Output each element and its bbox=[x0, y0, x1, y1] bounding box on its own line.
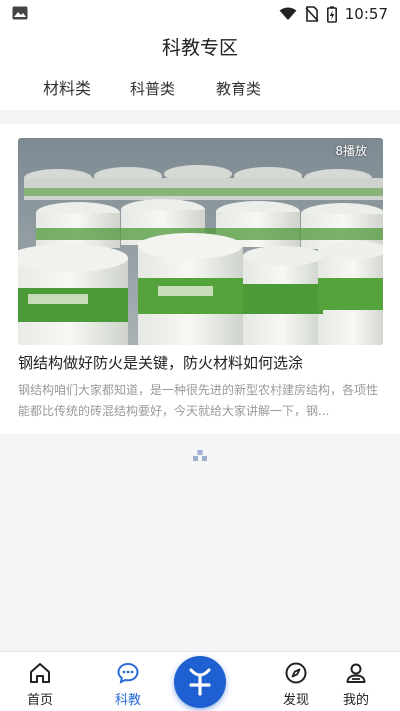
tab-materials[interactable]: 材料类 bbox=[43, 74, 91, 104]
page-title: 科教专区 bbox=[161, 37, 238, 59]
image-notification-icon bbox=[12, 6, 28, 20]
tabbar-label-me: 我的 bbox=[342, 693, 369, 708]
loading-indicator-icon bbox=[193, 450, 207, 461]
paint-buckets-photo bbox=[18, 138, 383, 345]
tabbar-item-science[interactable]: 科教 bbox=[88, 652, 168, 711]
wifi-icon bbox=[279, 7, 297, 20]
compass-icon bbox=[285, 662, 307, 684]
battery-charging-icon bbox=[326, 5, 337, 23]
video-card[interactable]: 8播放 钢结构做好防火是关键，防火材料如何选涂 钢结构咱们大家都知道，是一种很先… bbox=[0, 124, 400, 434]
video-description: 钢结构咱们大家都知道，是一种很先进的新型农村建房结构，各项性能都比传统的砖混结构… bbox=[18, 383, 379, 418]
play-count: 8播放 bbox=[335, 144, 367, 158]
publish-button[interactable] bbox=[174, 656, 226, 708]
video-title[interactable]: 钢结构做好防火是关键，防火材料如何选涂 bbox=[18, 352, 383, 373]
category-tabs: 材料类 科普类 教育类 bbox=[0, 68, 400, 110]
tabbar-item-home[interactable]: 首页 bbox=[0, 652, 80, 711]
chat-bubble-icon bbox=[117, 662, 139, 684]
tab-popular-science[interactable]: 科普类 bbox=[130, 74, 175, 104]
tabbar-item-me[interactable]: 我的 bbox=[316, 652, 396, 711]
no-sim-icon bbox=[305, 6, 319, 22]
home-icon bbox=[30, 663, 50, 683]
video-thumbnail[interactable]: 8播放 bbox=[18, 138, 383, 345]
status-time: 10:57 bbox=[344, 5, 388, 23]
status-bar: 10:57 bbox=[0, 0, 400, 28]
user-icon bbox=[346, 663, 366, 683]
plus-icon bbox=[189, 668, 211, 696]
tabbar-label-science: 科教 bbox=[114, 693, 141, 708]
tab-education[interactable]: 教育类 bbox=[216, 74, 261, 104]
page-header: 科教专区 bbox=[0, 28, 400, 68]
tabbar-label-home: 首页 bbox=[26, 693, 53, 708]
